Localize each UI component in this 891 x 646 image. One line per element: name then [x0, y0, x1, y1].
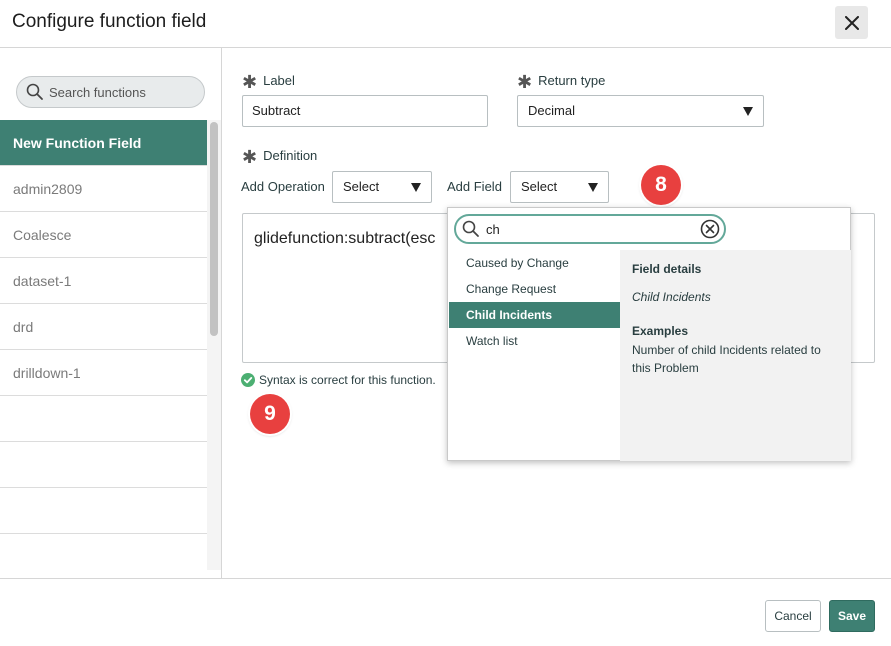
clear-icon[interactable]	[700, 219, 720, 239]
add-field-label: Add Field	[447, 179, 502, 194]
scrollbar-thumb[interactable]	[210, 122, 218, 336]
label-input[interactable]: Subtract	[242, 95, 488, 127]
close-icon	[844, 15, 859, 30]
search-icon	[26, 83, 43, 100]
required-asterisk-icon: ✱	[242, 72, 258, 92]
return-type-value: Decimal	[528, 103, 575, 118]
add-field-select[interactable]: Select	[510, 171, 609, 203]
caret-down-icon	[743, 107, 753, 116]
field-details-heading: Field details	[632, 262, 702, 276]
definition-editor-text: glidefunction:subtract(esc	[254, 230, 436, 247]
function-search-input[interactable]	[49, 83, 199, 101]
caret-down-icon	[588, 183, 598, 192]
field-search[interactable]	[454, 214, 726, 244]
field-picker-popup: Caused by Change Change Request Child In…	[447, 207, 851, 461]
return-type-select[interactable]: Decimal	[517, 95, 764, 127]
field-option-change-request[interactable]: Change Request	[449, 276, 620, 302]
add-operation-select[interactable]: Select	[332, 171, 432, 203]
function-list-item-admin2809[interactable]: admin2809	[0, 166, 207, 212]
field-option-child-incidents[interactable]: Child Incidents	[449, 302, 620, 328]
function-list-scrollbar[interactable]	[207, 120, 221, 570]
add-operation-value: Select	[343, 179, 380, 194]
field-option-caused-by-change[interactable]: Caused by Change	[449, 250, 620, 276]
add-operation-label: Add Operation	[241, 179, 325, 194]
label-field-label: ✱ Label	[242, 72, 295, 92]
return-type-label: ✱ Return type	[517, 72, 606, 92]
save-button[interactable]: Save	[829, 600, 875, 632]
step-callout-8: 8	[641, 165, 681, 205]
field-search-input[interactable]	[486, 220, 686, 238]
function-list-empty-row	[0, 442, 207, 488]
definition-label: ✱ Definition	[242, 147, 318, 167]
caret-down-icon	[411, 183, 421, 192]
dialog-footer: Cancel Save	[0, 578, 891, 646]
field-details-panel: Field details Child Incidents Examples N…	[620, 250, 851, 461]
add-field-value: Select	[521, 179, 558, 194]
required-asterisk-icon: ✱	[517, 72, 533, 92]
function-list-empty-row	[0, 534, 207, 570]
close-button[interactable]	[835, 6, 868, 39]
function-list-item-coalesce[interactable]: Coalesce	[0, 212, 207, 258]
dialog-title: Configure function field	[12, 11, 207, 32]
required-asterisk-icon: ✱	[242, 147, 258, 167]
search-icon	[462, 220, 479, 237]
function-list: New Function Field admin2809 Coalesce da…	[0, 120, 207, 570]
function-list-item-new-function-field[interactable]: New Function Field	[0, 120, 207, 166]
function-list-empty-row	[0, 488, 207, 534]
examples-text: Number of child Incidents related to thi…	[632, 343, 821, 375]
function-list-item-drilldown-1[interactable]: drilldown-1	[0, 350, 207, 396]
field-details-name: Child Incidents	[632, 290, 711, 304]
examples-heading: Examples	[632, 324, 689, 338]
syntax-status: Syntax is correct for this function.	[241, 373, 436, 387]
dialog-header: Configure function field	[0, 0, 891, 48]
function-list-item-drd[interactable]: drd	[0, 304, 207, 350]
cancel-button[interactable]: Cancel	[765, 600, 821, 632]
check-circle-icon	[241, 373, 255, 387]
field-results-list: Caused by Change Change Request Child In…	[449, 250, 620, 354]
step-callout-9: 9	[250, 394, 290, 434]
functions-sidebar: New Function Field admin2809 Coalesce da…	[0, 48, 222, 578]
function-list-empty-row	[0, 396, 207, 442]
field-option-watch-list[interactable]: Watch list	[449, 328, 620, 354]
function-list-item-dataset-1[interactable]: dataset-1	[0, 258, 207, 304]
syntax-status-text: Syntax is correct for this function.	[259, 373, 436, 387]
function-search[interactable]	[16, 76, 205, 108]
